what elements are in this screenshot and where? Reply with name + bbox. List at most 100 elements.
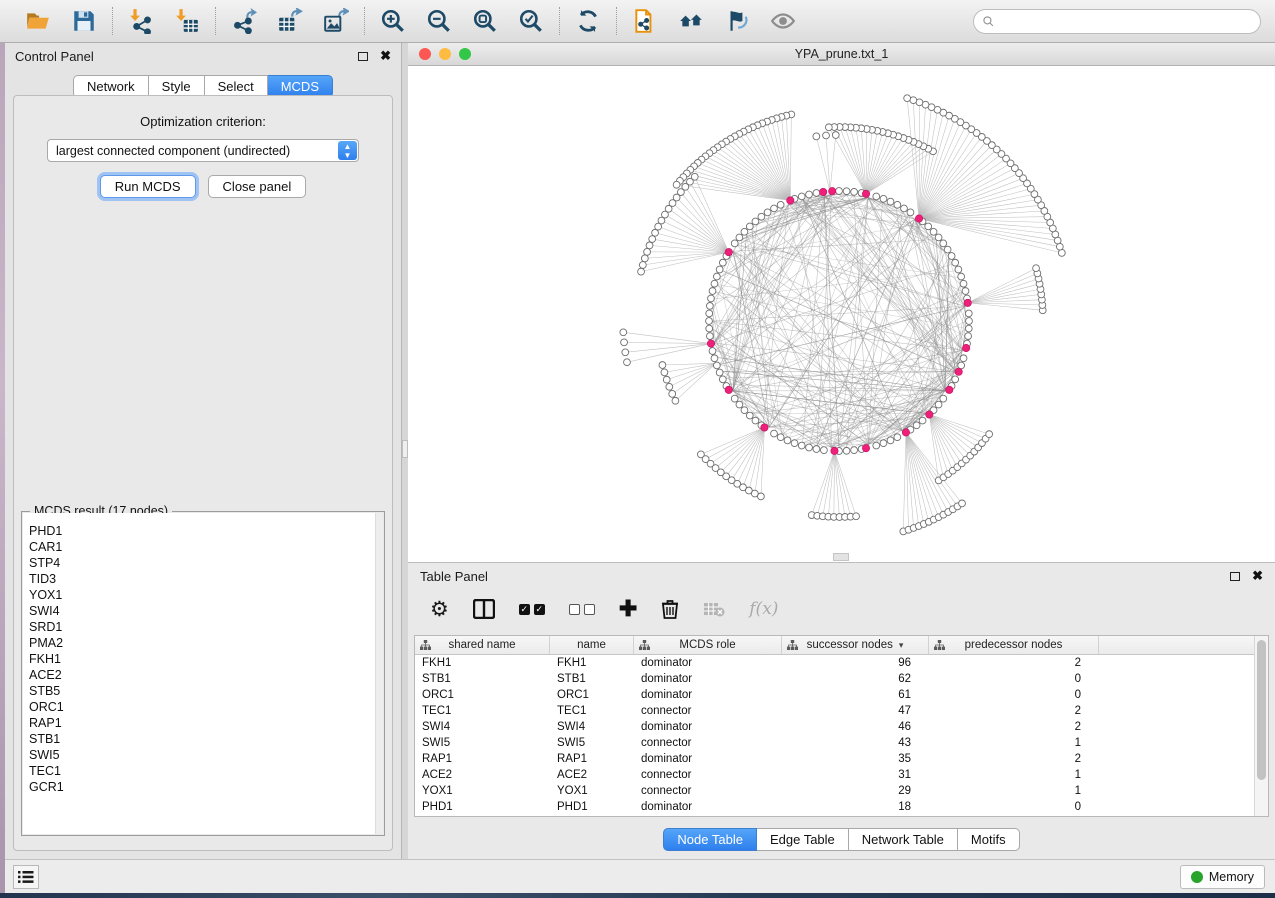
graphics-details-eye-icon[interactable]: [768, 6, 798, 36]
network-node[interactable]: [901, 205, 908, 212]
network-node[interactable]: [764, 209, 771, 216]
network-canvas[interactable]: [408, 66, 1275, 562]
network-node[interactable]: [736, 401, 743, 408]
attributes-gear-icon[interactable]: ⚙: [430, 596, 449, 622]
network-node[interactable]: [791, 440, 798, 447]
network-node[interactable]: [706, 325, 713, 332]
network-node[interactable]: [823, 132, 830, 139]
tab-node-table[interactable]: Node Table: [663, 828, 757, 851]
export-image-icon[interactable]: [321, 6, 351, 36]
list-item[interactable]: RAP1: [29, 715, 383, 731]
network-node[interactable]: [935, 401, 942, 408]
network-node[interactable]: [1033, 265, 1040, 272]
select-all-columns-icon[interactable]: ✓✓: [519, 596, 545, 622]
network-node[interactable]: [894, 434, 901, 441]
network-node[interactable]: [736, 234, 743, 241]
network-node[interactable]: [673, 181, 680, 188]
table-row[interactable]: STB1STB1dominator620: [415, 671, 1268, 687]
network-node[interactable]: [639, 262, 646, 269]
network-node[interactable]: [752, 417, 759, 424]
mcds-hub-node[interactable]: [915, 215, 922, 222]
network-node[interactable]: [652, 229, 659, 236]
tab-network-table[interactable]: Network Table: [849, 828, 958, 851]
network-node[interactable]: [784, 437, 791, 444]
network-node[interactable]: [711, 280, 718, 287]
network-node[interactable]: [813, 133, 820, 140]
list-item[interactable]: YOX1: [29, 587, 383, 603]
table-row[interactable]: ACE2ACE2connector311: [415, 767, 1268, 783]
close-panel-button[interactable]: Close panel: [208, 175, 307, 198]
mcds-hub-node[interactable]: [819, 188, 826, 195]
mcds-hub-node[interactable]: [787, 197, 794, 204]
network-node[interactable]: [798, 442, 805, 449]
network-node[interactable]: [925, 223, 932, 230]
network-node[interactable]: [649, 236, 656, 243]
network-node[interactable]: [880, 440, 887, 447]
network-node[interactable]: [813, 190, 820, 197]
zoom-fit-icon[interactable]: [470, 6, 500, 36]
float-panel-icon[interactable]: [358, 52, 368, 61]
network-node[interactable]: [940, 395, 947, 402]
network-node[interactable]: [952, 376, 959, 383]
list-item[interactable]: STB5: [29, 683, 383, 699]
network-node[interactable]: [806, 191, 813, 198]
zoom-in-icon[interactable]: [378, 6, 408, 36]
network-node[interactable]: [746, 412, 753, 419]
horizontal-splitter-grip[interactable]: [833, 553, 849, 561]
network-node[interactable]: [777, 201, 784, 208]
table-row[interactable]: ORC1ORC1dominator610: [415, 687, 1268, 703]
clone-network-icon[interactable]: [630, 6, 660, 36]
network-node[interactable]: [965, 333, 972, 340]
mcds-hub-node[interactable]: [926, 411, 933, 418]
mcds-hub-node[interactable]: [761, 424, 768, 431]
export-table-icon[interactable]: [275, 6, 305, 36]
run-mcds-button[interactable]: Run MCDS: [100, 175, 196, 198]
network-node[interactable]: [716, 266, 723, 273]
list-item[interactable]: TEC1: [29, 763, 383, 779]
tab-motifs[interactable]: Motifs: [958, 828, 1020, 851]
network-node[interactable]: [887, 198, 894, 205]
table-row[interactable]: SWI5SWI5connector431: [415, 735, 1268, 751]
network-node[interactable]: [777, 434, 784, 441]
table-scrollbar-thumb[interactable]: [1257, 640, 1266, 780]
table-row[interactable]: RAP1RAP1dominator352: [415, 751, 1268, 767]
network-node[interactable]: [965, 310, 972, 317]
network-node[interactable]: [758, 213, 765, 220]
list-item[interactable]: SWI5: [29, 747, 383, 763]
list-item[interactable]: PMA2: [29, 635, 383, 651]
network-node[interactable]: [880, 195, 887, 202]
network-node[interactable]: [853, 513, 860, 520]
network-node[interactable]: [706, 310, 713, 317]
network-node[interactable]: [986, 431, 993, 438]
close-panel-icon[interactable]: ✖: [380, 51, 391, 61]
list-item[interactable]: PHD1: [29, 523, 383, 539]
table-row[interactable]: SWI4SWI4dominator462: [415, 719, 1268, 735]
list-item[interactable]: STB1: [29, 731, 383, 747]
list-item[interactable]: STP4: [29, 555, 383, 571]
network-node[interactable]: [919, 417, 926, 424]
network-node[interactable]: [836, 188, 843, 195]
network-node[interactable]: [806, 444, 813, 451]
mcds-hub-node[interactable]: [725, 386, 732, 393]
network-node[interactable]: [708, 295, 715, 302]
column-header-shared-name[interactable]: shared name: [415, 636, 550, 654]
network-node[interactable]: [873, 442, 880, 449]
split-columns-icon[interactable]: [473, 596, 495, 622]
zoom-selected-icon[interactable]: [516, 6, 546, 36]
mcds-hub-node[interactable]: [828, 187, 835, 194]
network-node[interactable]: [798, 193, 805, 200]
search-input[interactable]: [995, 12, 1260, 32]
network-node[interactable]: [666, 383, 673, 390]
task-history-button[interactable]: [13, 865, 39, 889]
network-node[interactable]: [709, 288, 716, 295]
network-node[interactable]: [622, 349, 629, 356]
network-node[interactable]: [661, 369, 668, 376]
network-node[interactable]: [962, 288, 969, 295]
network-node[interactable]: [706, 333, 713, 340]
network-node[interactable]: [873, 193, 880, 200]
network-node[interactable]: [706, 318, 713, 325]
network-node[interactable]: [948, 253, 955, 260]
network-node[interactable]: [644, 248, 651, 255]
optimization-select[interactable]: largest connected component (undirected)…: [47, 139, 359, 162]
table-row[interactable]: PHD1PHD1dominator180: [415, 799, 1268, 815]
